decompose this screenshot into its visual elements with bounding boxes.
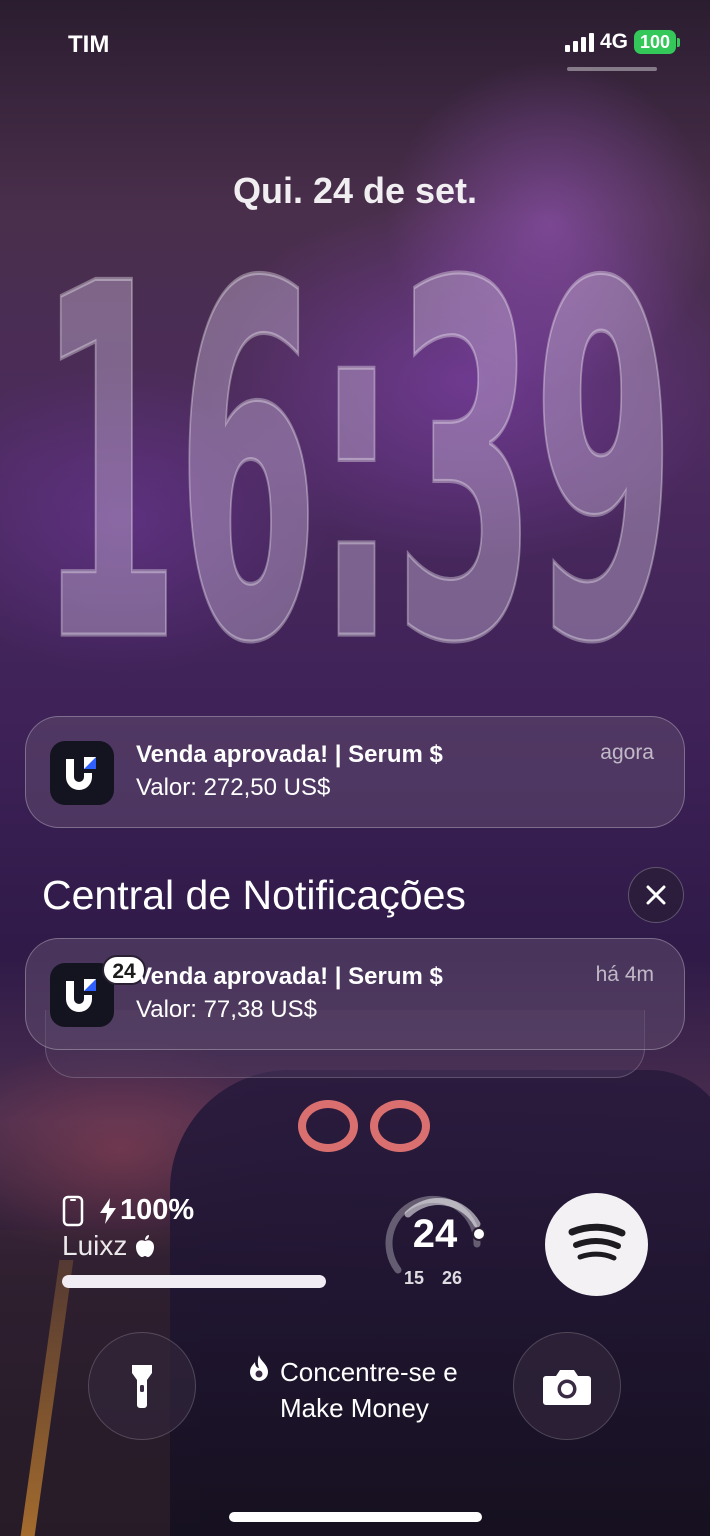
lock-screen: TIM 4G 100 Qui. 24 de set. 16:39 Venda a…	[0, 0, 710, 1536]
control-center-grabber[interactable]	[567, 67, 657, 71]
signal-icon	[564, 32, 594, 52]
lock-date: Qui. 24 de set.	[232, 170, 478, 211]
flashlight-icon	[132, 1365, 152, 1408]
temperature-gauge-widget[interactable]: 24 15 26	[380, 1192, 490, 1292]
focus-line-1: Concentre-se e	[280, 1357, 458, 1387]
notification-title: Venda aprovada! | Serum $	[136, 963, 443, 990]
notification-body: Valor: 272,50 US$	[136, 774, 331, 801]
battery-level-bar	[62, 1275, 326, 1288]
notification-sale-approved[interactable]: Venda aprovada! | Serum $ Valor: 272,50 …	[25, 716, 685, 828]
apple-icon	[136, 1235, 155, 1257]
close-icon[interactable]	[628, 867, 684, 923]
battery-device: Luixz	[62, 1230, 155, 1262]
low-temperature: 15	[404, 1268, 425, 1288]
high-temperature: 26	[442, 1268, 463, 1288]
notification-time: agora	[600, 741, 654, 764]
current-temperature: 24	[412, 1212, 458, 1256]
status-indicators: 4G 100	[564, 30, 680, 54]
battery-widget[interactable]: 100%	[62, 1194, 194, 1227]
focus-mode[interactable]: Concentre-se e Make Money	[248, 1354, 458, 1426]
phone-icon	[62, 1195, 84, 1226]
lock-clock: 16:39	[0, 225, 710, 710]
bolt-icon	[100, 1197, 116, 1224]
focus-line-2: Make Money	[280, 1393, 429, 1423]
carrier-name: TIM	[68, 31, 110, 58]
home-indicator[interactable]	[229, 1512, 482, 1522]
wallpaper-taillight	[298, 1100, 358, 1152]
spotify-icon[interactable]	[545, 1193, 648, 1296]
notification-stack[interactable]: 24 Venda aprovada! | Serum $ Valor: 77,3…	[25, 938, 685, 1050]
battery-percent: 100%	[120, 1194, 195, 1226]
battery-level-fill	[62, 1275, 326, 1288]
focus-label: Concentre-se e Make Money	[280, 1354, 458, 1426]
lock-time: 16:39	[37, 225, 676, 710]
camera-button[interactable]	[513, 1332, 621, 1440]
battery-level: 100	[633, 30, 676, 54]
battery-icon: 100	[633, 30, 680, 54]
camera-icon	[543, 1370, 591, 1405]
network-type: 4G	[599, 30, 628, 53]
flashlight-button[interactable]	[88, 1332, 196, 1440]
app-logo-icon	[50, 741, 114, 805]
notification-center-title: Central de Notificações	[42, 872, 466, 918]
wallpaper-car	[170, 1070, 710, 1536]
notification-time: há 4m	[595, 963, 654, 986]
notification-title: Venda aprovada! | Serum $	[136, 741, 443, 768]
notification-body: Valor: 77,38 US$	[136, 996, 317, 1023]
wallpaper-taillight	[370, 1100, 430, 1152]
device-name: Luixz	[62, 1230, 128, 1261]
flame-icon	[250, 1355, 268, 1381]
